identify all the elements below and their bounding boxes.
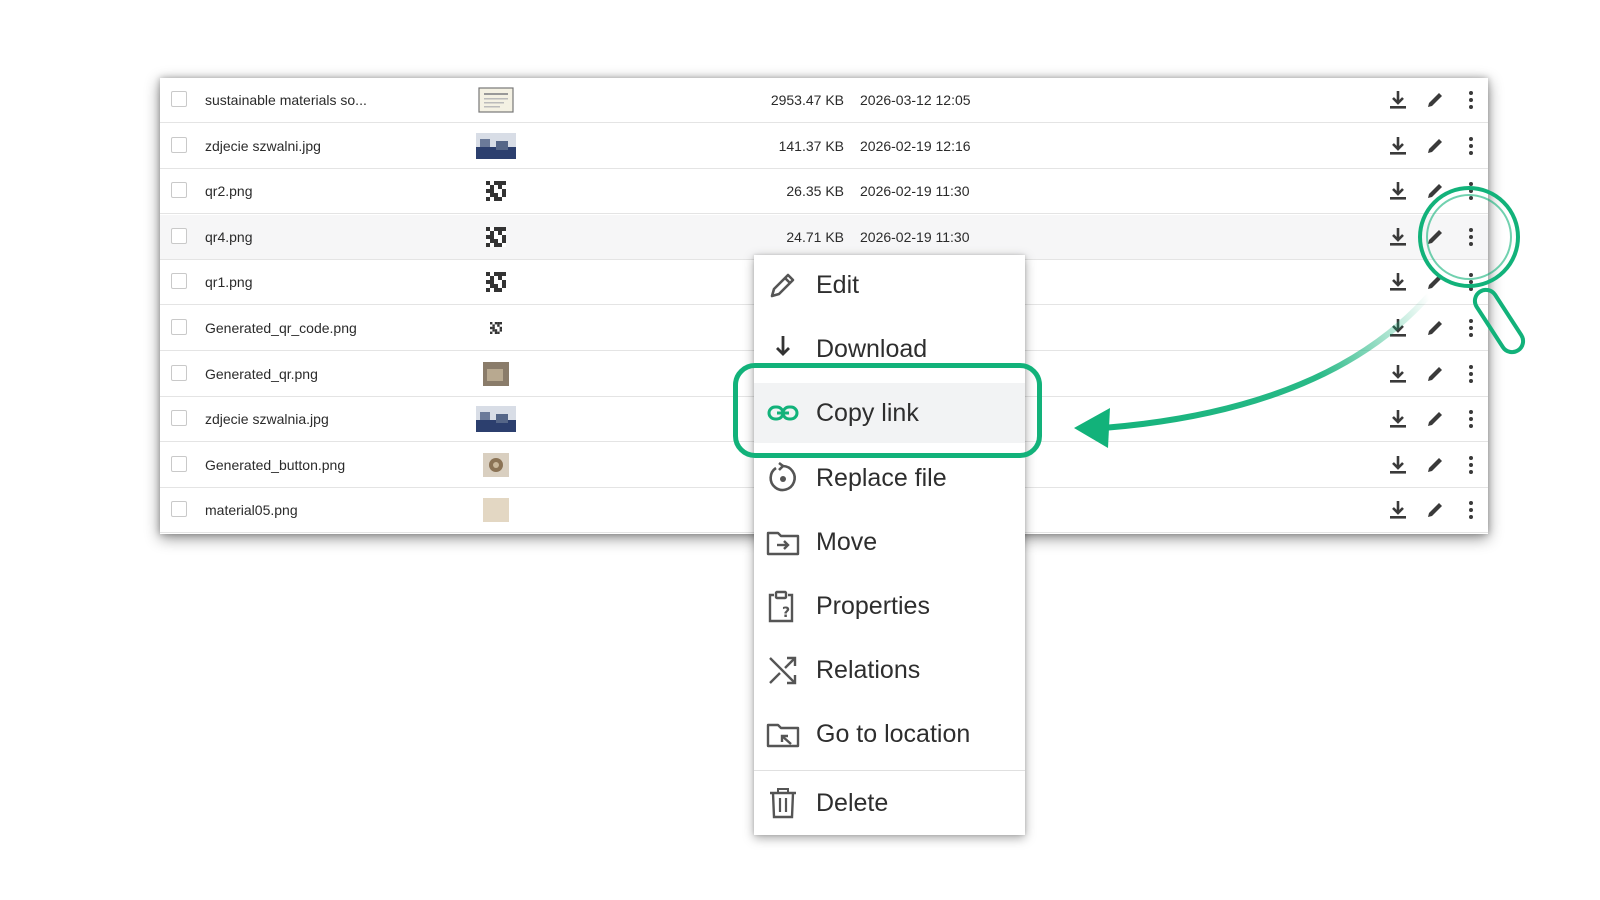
pencil-icon[interactable] — [1424, 499, 1446, 521]
replace-icon — [769, 461, 796, 492]
menu-item-label: Properties — [816, 592, 930, 620]
more-vertical-icon[interactable] — [1460, 180, 1482, 202]
pencil-icon[interactable] — [1424, 89, 1446, 111]
menu-item-label: Delete — [816, 789, 889, 817]
svg-text:?: ? — [782, 605, 790, 621]
download-arrow-icon — [776, 336, 790, 356]
pencil-icon[interactable] — [1424, 226, 1446, 248]
file-date: 2026-02-19 12:16 — [860, 137, 971, 154]
file-date: 2026-03-12 12:05 — [860, 92, 971, 108]
file-thumbnail — [476, 87, 516, 113]
file-row[interactable]: sustainable materials so... 2953.47 KB 202… — [160, 78, 1488, 123]
clipboard-question-icon: ? — [768, 590, 794, 623]
file-thumbnail — [476, 497, 516, 523]
file-size: 2953.47 KB — [770, 92, 844, 108]
file-name[interactable]: zdjecie szwalni.jpg — [205, 138, 321, 154]
file-row[interactable]: zdjecie szwalni.jpg 141.37 KB 2026-02-19 1… — [160, 124, 1488, 169]
file-size: 141.37 KB — [778, 137, 844, 154]
file-name[interactable]: qr1.png — [205, 274, 252, 290]
more-vertical-icon[interactable] — [1460, 317, 1482, 339]
row-checkbox[interactable] — [171, 319, 187, 335]
download-icon[interactable] — [1387, 180, 1409, 202]
menu-item-edit[interactable]: Edit — [754, 255, 1025, 315]
row-checkbox[interactable] — [171, 273, 187, 290]
row-checkbox[interactable] — [171, 227, 187, 244]
file-date: 2026-02-19 11:30 — [860, 183, 970, 200]
menu-item-label: Replace file — [816, 464, 947, 492]
menu-item-relations[interactable]: Relations — [754, 640, 1025, 700]
pencil-icon[interactable] — [1424, 408, 1446, 430]
pencil-icon[interactable] — [1424, 180, 1446, 202]
file-thumbnail — [476, 406, 516, 433]
download-icon[interactable] — [1387, 135, 1409, 157]
download-icon[interactable] — [1387, 499, 1409, 521]
more-vertical-icon[interactable] — [1460, 226, 1482, 248]
pencil-icon[interactable] — [1424, 271, 1446, 293]
download-icon[interactable] — [1387, 226, 1409, 248]
shuffle-icon — [769, 656, 797, 685]
row-checkbox[interactable] — [171, 136, 187, 153]
file-name[interactable]: material05.png — [205, 502, 298, 518]
file-size: 24.71 KB — [786, 228, 844, 245]
download-icon[interactable] — [1387, 363, 1409, 385]
more-vertical-icon[interactable] — [1460, 454, 1482, 476]
download-icon[interactable] — [1387, 89, 1409, 111]
file-name[interactable]: qr2.png — [205, 183, 252, 199]
menu-item-move[interactable]: Move — [754, 512, 1025, 572]
context-menu: Edit Download Copy link Replace file Mov… — [754, 255, 1025, 835]
file-name[interactable]: Generated_qr.png — [205, 366, 318, 382]
menu-item-label: Download — [816, 335, 928, 363]
file-name[interactable]: Generated_qr_code.png — [205, 320, 357, 336]
row-checkbox[interactable] — [171, 410, 187, 427]
menu-item-label: Edit — [816, 271, 860, 299]
download-icon[interactable] — [1387, 271, 1409, 293]
file-thumbnail — [476, 315, 516, 341]
menu-item-properties[interactable]: ? Properties — [754, 576, 1025, 636]
menu-item-label: Relations — [816, 656, 921, 684]
file-name[interactable]: zdjecie szwalnia.jpg — [205, 411, 329, 427]
more-vertical-icon[interactable] — [1460, 89, 1482, 111]
pencil-icon[interactable] — [1424, 454, 1446, 476]
menu-item-label: Move — [816, 528, 878, 556]
more-vertical-icon[interactable] — [1460, 135, 1482, 157]
file-thumbnail — [476, 132, 516, 159]
menu-divider — [754, 770, 1025, 771]
file-row[interactable]: qr4.png 24.71 KB 2026-02-19 11:30 — [160, 214, 1488, 260]
more-vertical-icon[interactable] — [1460, 499, 1482, 521]
download-icon[interactable] — [1387, 317, 1409, 339]
file-size: 26.35 KB — [786, 183, 844, 200]
download-icon[interactable] — [1387, 408, 1409, 430]
more-vertical-icon[interactable] — [1460, 271, 1482, 293]
folder-move-icon — [766, 531, 800, 556]
copy-link-highlight — [733, 363, 1042, 458]
download-icon[interactable] — [1387, 454, 1409, 476]
file-thumbnail — [476, 452, 516, 478]
row-checkbox[interactable] — [171, 182, 187, 199]
file-thumbnail — [476, 269, 516, 295]
menu-item-delete[interactable]: Delete — [754, 773, 1025, 833]
file-thumbnail — [476, 224, 516, 250]
pencil-icon[interactable] — [1424, 135, 1446, 157]
file-name[interactable]: sustainable materials so... — [205, 92, 367, 108]
more-vertical-icon[interactable] — [1460, 408, 1482, 430]
row-checkbox[interactable] — [171, 501, 187, 518]
file-row[interactable]: qr2.png 26.35 KB 2026-02-19 11:30 — [160, 169, 1488, 215]
pencil-icon — [770, 273, 795, 298]
menu-item-label: Go to location — [816, 720, 971, 748]
file-name[interactable]: Generated_button.png — [205, 457, 345, 473]
pencil-icon[interactable] — [1424, 363, 1446, 385]
file-date: 2026-02-19 11:30 — [860, 228, 970, 245]
row-checkbox[interactable] — [171, 91, 187, 107]
folder-goto-icon — [766, 723, 800, 748]
file-thumbnail — [476, 178, 516, 204]
row-checkbox[interactable] — [171, 364, 187, 381]
file-thumbnail — [476, 361, 516, 387]
file-name[interactable]: qr4.png — [205, 229, 252, 245]
trash-icon — [770, 788, 796, 819]
pencil-icon[interactable] — [1424, 317, 1446, 339]
more-vertical-icon[interactable] — [1460, 363, 1482, 385]
row-checkbox[interactable] — [171, 455, 187, 472]
menu-item-go-to-location[interactable]: Go to location — [754, 704, 1025, 764]
